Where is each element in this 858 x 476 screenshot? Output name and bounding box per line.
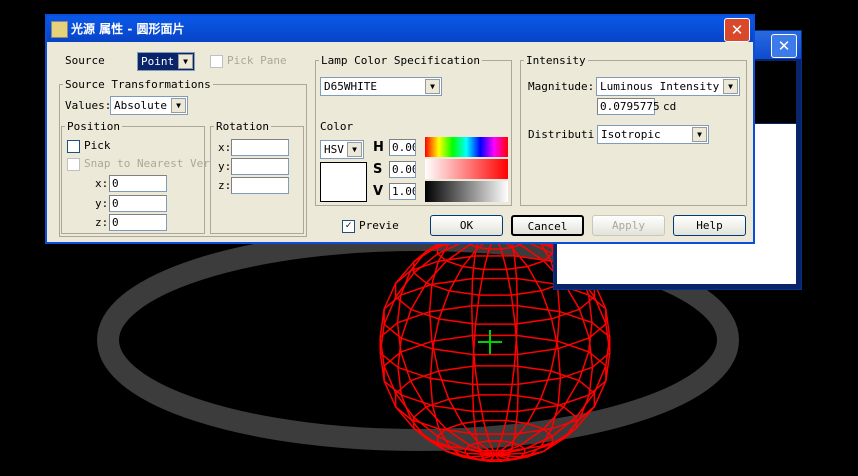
close-icon[interactable]: ✕ [771,34,797,58]
pick-pane-label: Pick Pane [227,54,287,67]
rot-x-input[interactable] [231,139,289,156]
magnitude-select[interactable]: Luminous Intensity ▼ [596,77,740,96]
source-label: Source [65,54,105,67]
app-icon [51,21,68,38]
unit-label: cd [663,100,677,113]
magnitude-label: Magnitude: [528,80,595,93]
color-model-select[interactable]: HSV ▼ [320,140,364,159]
color-label: Color [320,120,354,133]
distribution-select[interactable]: Isotropic ▼ [597,125,709,144]
pos-z-label: z: [95,216,109,229]
rot-x-label: x: [218,141,232,154]
ok-button[interactable]: OK [430,215,503,236]
pick-pane-checkbox [210,55,223,68]
snap-checkbox [67,158,80,171]
s-label: S [373,162,383,177]
h-label: H [373,140,384,155]
values-select[interactable]: Absolute ▼ [110,96,188,115]
intensity-input[interactable]: 0.0795775 [597,98,660,115]
pos-y-input[interactable]: 0 [109,195,167,212]
pos-z-input[interactable]: 0 [109,214,167,231]
source-select[interactable]: Point ▼ [137,52,195,71]
pos-y-label: y: [95,197,109,210]
help-button[interactable]: Help [673,215,746,236]
pick-checkbox[interactable] [67,140,80,153]
distribution-label: Distributi [528,128,595,141]
values-label: Values: [65,99,112,112]
v-label: V [373,184,384,199]
apply-button: Apply [592,215,665,236]
sphere-latitude-line [379,304,611,386]
preview-label: Preview [359,219,399,232]
rot-y-label: y: [218,160,232,173]
s-input[interactable]: 0.00 [389,161,416,178]
snap-label: Snap to Nearest Ver [84,157,210,170]
pos-x-input[interactable]: 0 [109,175,167,192]
saturation-slider[interactable] [425,159,508,179]
light-properties-dialog: 光源 属性 - 圆形面片 ✕ Source Point ▼ Pick Pane S… [45,14,755,244]
rot-z-label: z: [218,179,232,192]
close-icon[interactable]: ✕ [724,18,750,42]
cancel-button[interactable]: Cancel [511,215,584,236]
h-input[interactable]: 0.00 [389,139,416,156]
v-input[interactable]: 1.00 [389,183,416,200]
color-swatch [320,162,367,202]
pos-x-label: x: [95,177,109,190]
light-marker-icon [478,330,502,354]
hue-slider[interactable] [425,137,508,157]
preview-checkbox[interactable]: ✓ [342,220,355,233]
title-bar[interactable]: 光源 属性 - 圆形面片 ✕ [47,16,753,42]
value-slider[interactable] [425,181,508,202]
lamp-preset-select[interactable]: D65WHITE ▼ [320,77,442,96]
rot-y-input[interactable] [231,158,289,175]
pick-label: Pick [84,139,111,152]
rot-z-input[interactable] [231,177,289,194]
dialog-title: 光源 属性 - 圆形面片 [71,22,185,36]
